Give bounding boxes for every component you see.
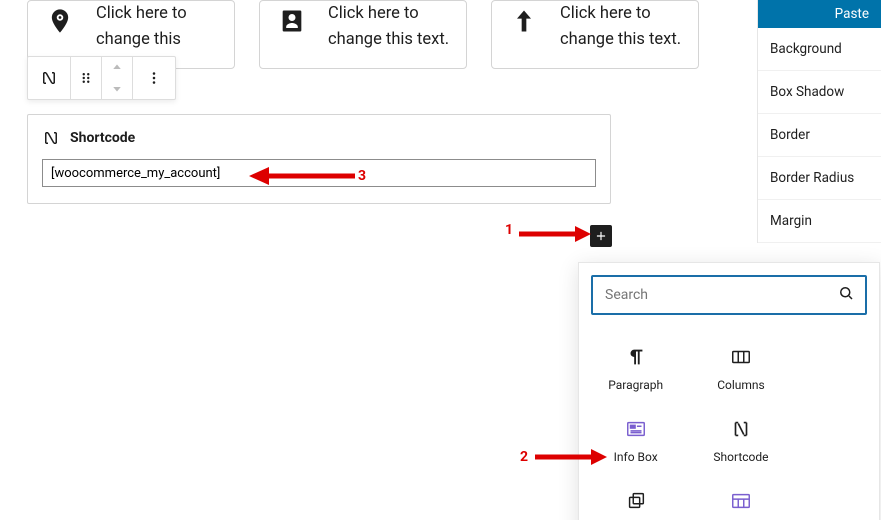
columns-icon	[730, 345, 752, 369]
inserter-search[interactable]	[591, 275, 867, 315]
card-text[interactable]: Click here to change this	[96, 1, 222, 52]
location-pin-icon	[40, 1, 80, 35]
block-label: Info Box	[614, 449, 658, 465]
info-box-icon	[625, 417, 647, 441]
info-card[interactable]: Click here to change this text.	[259, 0, 467, 69]
inserter-block-columns[interactable]: Columns	[688, 327, 793, 399]
annotation-arrow-1	[517, 224, 591, 244]
card-text[interactable]: Click here to change this text.	[560, 1, 686, 52]
shortcode-block-label: Shortcode	[70, 130, 135, 146]
sidebar-item-margin[interactable]: Margin	[758, 200, 881, 243]
sidebar-item-background[interactable]: Background	[758, 28, 881, 71]
block-grid: Paragraph Columns Info Box Shortcode Gro…	[579, 327, 879, 520]
block-label: Columns	[717, 377, 765, 393]
contact-card-icon	[272, 1, 312, 35]
shortcode-block[interactable]: Shortcode	[27, 114, 611, 204]
advanced-columns-icon	[730, 489, 752, 513]
search-input[interactable]	[603, 286, 837, 304]
more-options-icon[interactable]	[133, 57, 175, 99]
block-type-icon[interactable]	[28, 57, 71, 99]
search-icon	[837, 284, 855, 306]
sidebar-item-box-shadow[interactable]: Box Shadow	[758, 71, 881, 114]
drag-handle-icon[interactable]	[71, 57, 102, 99]
info-card[interactable]: Click here to change this text.	[491, 0, 699, 69]
group-icon	[625, 489, 647, 513]
sidebar-item-border[interactable]: Border	[758, 114, 881, 157]
annotation-number-2: 2	[520, 449, 528, 465]
sidebar-item-border-radius[interactable]: Border Radius	[758, 157, 881, 200]
inserter-block-shortcode[interactable]: Shortcode	[688, 399, 793, 471]
annotation-arrow-3	[247, 165, 359, 187]
shortcode-block-header: Shortcode	[42, 129, 596, 147]
block-inserter: Paragraph Columns Info Box Shortcode Gro…	[578, 262, 880, 520]
block-toolbar	[27, 56, 176, 100]
annotation-number-3: 3	[358, 168, 366, 184]
move-up-down[interactable]	[102, 57, 133, 99]
card-text[interactable]: Click here to change this text.	[328, 1, 454, 52]
style-sidebar: Paste Background Box Shadow Border Borde…	[757, 0, 881, 243]
shortcode-icon	[730, 417, 752, 441]
paragraph-icon	[625, 345, 647, 369]
inserter-block-paragraph[interactable]: Paragraph	[583, 327, 688, 399]
annotation-number-1: 1	[505, 222, 513, 238]
paste-button[interactable]: Paste	[758, 0, 881, 28]
inserter-block-group[interactable]: Group	[583, 471, 688, 520]
arrow-up-icon	[504, 1, 544, 35]
block-label: Paragraph	[608, 377, 663, 393]
add-block-button[interactable]	[590, 225, 612, 247]
annotation-arrow-2	[533, 447, 607, 467]
inserter-block-advanced-columns[interactable]: Advanced Columns	[688, 471, 793, 520]
block-label: Shortcode	[713, 449, 768, 465]
